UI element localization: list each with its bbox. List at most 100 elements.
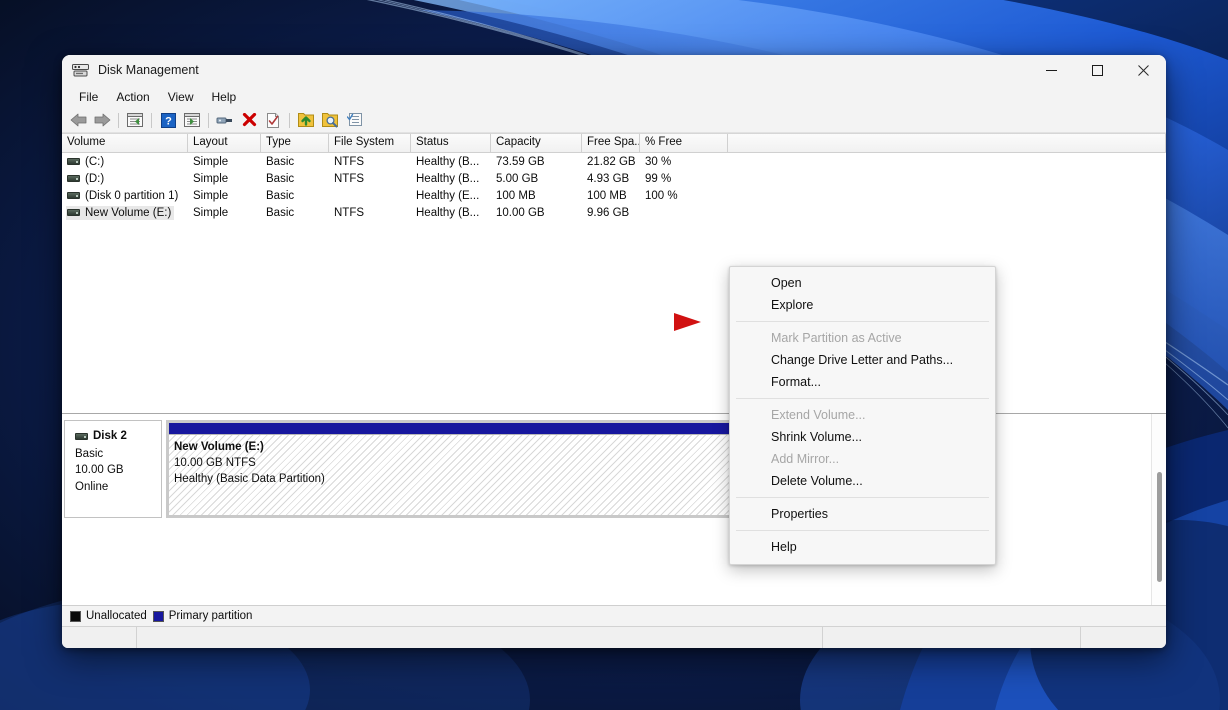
cell-file-system: NTFS: [334, 172, 365, 185]
column-header-free-space[interactable]: Free Spa...: [582, 134, 640, 152]
scrollbar-thumb[interactable]: [1157, 472, 1162, 582]
toolbar: ?: [62, 108, 1166, 133]
disk-type: Basic: [75, 447, 104, 460]
menu-item-help[interactable]: Help: [730, 536, 995, 558]
disk-capacity: 10.00 GB: [75, 464, 124, 476]
extend-volume-icon[interactable]: [295, 110, 317, 131]
window-title: Disk Management: [98, 63, 199, 77]
cell-free-space: 100 MB: [587, 189, 627, 202]
column-header-status[interactable]: Status: [411, 134, 491, 152]
context-menu-separator: [736, 497, 989, 498]
menu-item-shrink-volume[interactable]: Shrink Volume...: [730, 426, 995, 448]
volume-list-header: Volume Layout Type File System Status Ca…: [62, 134, 1166, 153]
drive-icon: [67, 192, 80, 199]
back-icon[interactable]: [67, 110, 89, 131]
menu-item-change-drive-letter-and-paths[interactable]: Change Drive Letter and Paths...: [730, 349, 995, 371]
column-header-file-system[interactable]: File System: [329, 134, 411, 152]
cell-file-system: NTFS: [334, 206, 365, 219]
legend-swatch-primary-partition: [152, 610, 164, 622]
cell-type: Basic: [266, 206, 295, 219]
toolbar-separator: [208, 112, 209, 128]
menu-view[interactable]: View: [159, 87, 203, 107]
cell-volume-label: (Disk 0 partition 1): [85, 189, 179, 202]
svg-text:?: ?: [165, 115, 172, 127]
window-titlebar[interactable]: Disk Management: [62, 55, 1166, 85]
disk-name: Disk 2: [93, 430, 127, 442]
statusbar: [62, 626, 1166, 648]
disk-pane-scrollbar[interactable]: [1151, 414, 1166, 605]
cell-percent-free: 30 %: [645, 155, 672, 168]
menu-item-delete-volume[interactable]: Delete Volume...: [730, 470, 995, 492]
desktop: Disk Management File Action View Help ? …: [0, 0, 1228, 710]
drive-icon: [67, 158, 80, 165]
table-row[interactable]: (D:) Simple Basic NTFS Healthy (B... 5.0…: [62, 170, 1166, 187]
context-menu: Open Explore Mark Partition as Active Ch…: [729, 266, 996, 565]
properties-icon[interactable]: [214, 110, 236, 131]
cell-status: Healthy (B...: [416, 172, 480, 185]
help-icon[interactable]: ?: [157, 110, 179, 131]
column-header-type[interactable]: Type: [261, 134, 329, 152]
show-hide-console-tree-icon[interactable]: [124, 110, 146, 131]
cell-capacity: 100 MB: [496, 189, 536, 202]
minimize-button[interactable]: [1028, 55, 1074, 85]
cell-volume-label: (C:): [85, 155, 105, 168]
menu-help[interactable]: Help: [203, 87, 246, 107]
rescan-disks-icon[interactable]: [319, 110, 341, 131]
column-header-volume[interactable]: Volume: [62, 134, 188, 152]
menu-item-open[interactable]: Open: [730, 272, 995, 294]
close-button[interactable]: [1120, 55, 1166, 85]
cell-type: Basic: [266, 172, 295, 185]
menu-item-format[interactable]: Format...: [730, 371, 995, 393]
cell-type: Basic: [266, 189, 295, 202]
statusbar-segment: [823, 627, 1081, 648]
window-controls: [1028, 55, 1166, 85]
cell-status: Healthy (B...: [416, 155, 480, 168]
cell-layout: Simple: [193, 206, 229, 219]
cell-free-space: 4.93 GB: [587, 172, 630, 185]
menu-action[interactable]: Action: [107, 87, 158, 107]
toolbar-separator: [289, 112, 290, 128]
disk-graphical-pane: Disk 2 Basic 10.00 GB Online New Volume …: [62, 414, 1166, 626]
cell-volume-label: New Volume (E:): [85, 206, 172, 219]
toolbar-separator: [118, 112, 119, 128]
toolbar-separator: [151, 112, 152, 128]
cell-volume: New Volume (E:): [62, 205, 188, 220]
menu-file[interactable]: File: [70, 87, 107, 107]
menu-item-mark-partition-as-active: Mark Partition as Active: [771, 331, 902, 345]
cell-status: Healthy (B...: [416, 206, 480, 219]
disk-icon: [75, 432, 88, 440]
check-disk-icon[interactable]: [262, 110, 284, 131]
context-menu-separator: [736, 321, 989, 322]
delete-icon[interactable]: [238, 110, 260, 131]
table-row[interactable]: (Disk 0 partition 1) Simple Basic Health…: [62, 187, 1166, 204]
legend-label-unallocated: Unallocated: [86, 610, 147, 622]
show-hide-action-pane-icon[interactable]: [181, 110, 203, 131]
statusbar-segment: [1081, 627, 1166, 648]
disk-name-row: Disk 2: [75, 428, 161, 445]
cell-status: Healthy (E...: [416, 189, 480, 202]
table-row[interactable]: (C:) Simple Basic NTFS Healthy (B... 73.…: [62, 153, 1166, 170]
menu-item-properties[interactable]: Properties: [730, 503, 995, 525]
column-header-percent-free[interactable]: % Free: [640, 134, 728, 152]
menu-item-add-mirror: Add Mirror...: [771, 452, 840, 466]
cell-volume-label: (D:): [85, 172, 105, 185]
cell-file-system: NTFS: [334, 155, 365, 168]
disk-info-panel[interactable]: Disk 2 Basic 10.00 GB Online: [64, 420, 162, 518]
cell-volume: (D:): [62, 172, 188, 186]
statusbar-segment: [62, 627, 137, 648]
volume-list-pane: Volume Layout Type File System Status Ca…: [62, 133, 1166, 414]
column-header-capacity[interactable]: Capacity: [491, 134, 582, 152]
all-tasks-icon[interactable]: [343, 110, 365, 131]
table-row[interactable]: New Volume (E:) Simple Basic NTFS Health…: [62, 204, 1166, 221]
menu-item-explore[interactable]: Explore: [730, 294, 995, 316]
volume-list-rows: (C:) Simple Basic NTFS Healthy (B... 73.…: [62, 153, 1166, 413]
column-header-layout[interactable]: Layout: [188, 134, 261, 152]
maximize-button[interactable]: [1074, 55, 1120, 85]
menu-item-extend-volume: Extend Volume...: [771, 408, 866, 422]
cell-free-space: 9.96 GB: [587, 206, 630, 219]
cell-capacity: 5.00 GB: [496, 172, 539, 185]
legend-swatch-unallocated: [70, 610, 81, 622]
column-header-filler[interactable]: [728, 134, 1166, 152]
forward-icon[interactable]: [91, 110, 113, 131]
context-menu-separator: [736, 398, 989, 399]
